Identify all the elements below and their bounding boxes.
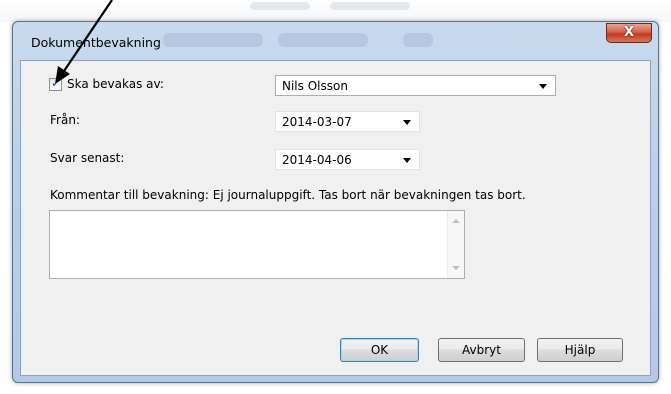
comment-scrollbar[interactable] (447, 211, 464, 278)
watcher-select-value: Nils Olsson (282, 79, 348, 93)
from-label: Från: (50, 113, 80, 127)
comment-label: Kommentar till bevakning: Ej journaluppg… (50, 188, 526, 202)
title-bar-blur (163, 33, 263, 47)
watcher-select[interactable]: Nils Olsson (275, 75, 556, 96)
chevron-down-icon (539, 84, 547, 89)
dialog-title: Dokumentbevakning (31, 35, 161, 50)
close-icon: X (623, 25, 635, 40)
background-blur (330, 2, 410, 10)
scroll-up-icon[interactable] (452, 219, 460, 223)
help-button[interactable]: Hjälp (537, 338, 623, 362)
watch-checkbox[interactable]: ✓ (49, 76, 62, 91)
background-app (0, 0, 671, 22)
cancel-button[interactable]: Avbryt (438, 338, 525, 362)
title-bar[interactable]: Dokumentbevakning X (13, 22, 658, 60)
checkmark-icon: ✓ (50, 76, 62, 90)
dokumentbevakning-dialog: Dokumentbevakning X ✓ Ska bevakas av: Ni… (12, 21, 659, 383)
title-bar-blur (278, 33, 368, 47)
watch-checkbox-label: Ska bevakas av: (67, 77, 164, 91)
ok-button[interactable]: OK (340, 338, 419, 362)
from-date-value: 2014-03-07 (282, 115, 352, 129)
comment-textarea[interactable] (49, 210, 465, 279)
from-date-picker[interactable]: 2014-03-07 (275, 111, 420, 132)
chevron-down-icon (403, 158, 411, 163)
scroll-down-icon[interactable] (452, 266, 460, 270)
reply-by-label: Svar senast: (50, 151, 125, 165)
reply-by-date-picker[interactable]: 2014-04-06 (275, 149, 420, 170)
background-blur (250, 2, 310, 10)
reply-by-date-value: 2014-04-06 (282, 153, 352, 167)
chevron-down-icon (403, 120, 411, 125)
dialog-body: ✓ Ska bevakas av: Nils Olsson Från: 2014… (20, 60, 651, 376)
close-button[interactable]: X (606, 23, 652, 43)
title-bar-blur (403, 33, 433, 47)
